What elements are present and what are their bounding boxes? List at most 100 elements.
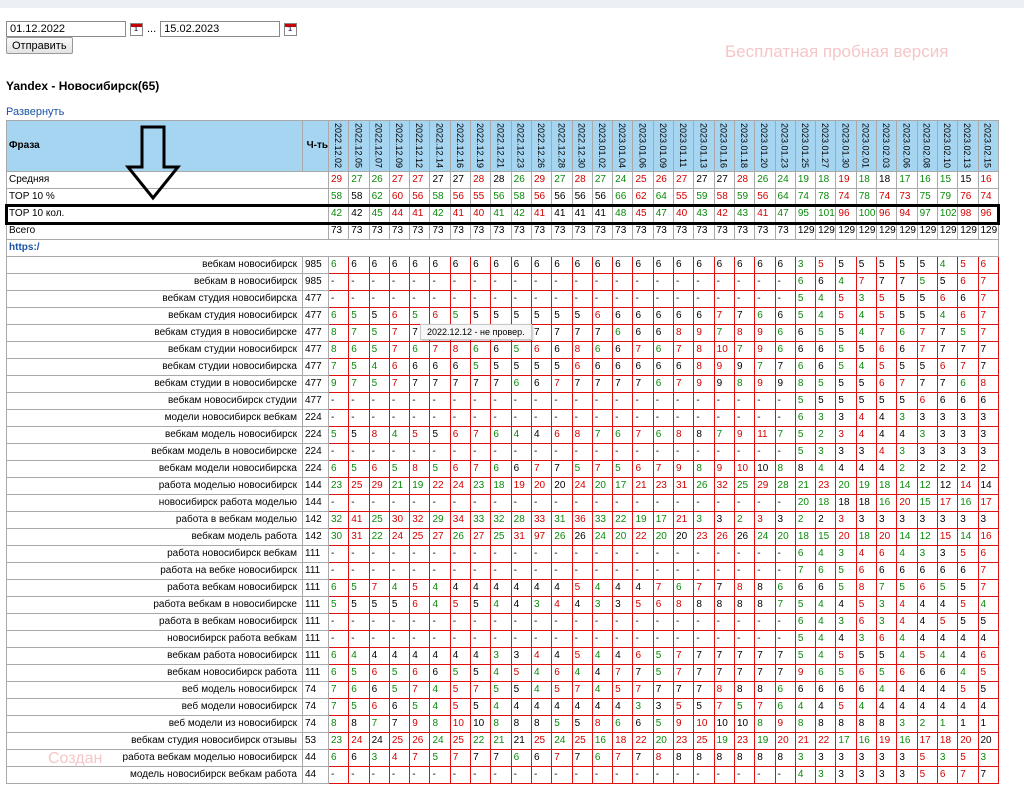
position-cell[interactable]: - [490, 766, 512, 784]
position-cell[interactable]: - [754, 273, 776, 291]
position-cell[interactable]: 7 [936, 375, 959, 393]
position-cell[interactable]: - [713, 613, 735, 631]
position-cell[interactable]: 6 [794, 358, 817, 376]
position-cell[interactable]: 6 [916, 392, 938, 410]
position-cell[interactable]: 10 [754, 460, 776, 478]
position-cell[interactable]: 5 [449, 596, 472, 614]
position-cell[interactable]: 3 [835, 443, 857, 461]
position-cell[interactable]: 3 [815, 443, 837, 461]
position-cell[interactable]: 7 [409, 375, 431, 393]
position-cell[interactable]: - [591, 290, 614, 308]
position-cell[interactable]: 4 [510, 596, 532, 614]
position-cell[interactable]: - [510, 766, 532, 784]
position-cell[interactable]: 8 [733, 749, 756, 767]
position-cell[interactable]: - [388, 273, 411, 291]
col-date-header[interactable]: 2023.02.08 [916, 120, 938, 172]
position-cell[interactable]: 4 [916, 681, 938, 699]
position-cell[interactable]: 5 [327, 426, 350, 444]
position-cell[interactable]: - [327, 766, 350, 784]
position-cell[interactable]: 5 [490, 307, 512, 325]
col-date-header[interactable]: 2023.02.03 [876, 120, 898, 172]
position-cell[interactable]: 6 [327, 579, 350, 597]
position-cell[interactable]: 4 [530, 681, 553, 699]
position-cell[interactable]: 6 [632, 647, 654, 665]
col-date-header[interactable]: 2023.02.06 [896, 120, 918, 172]
position-cell[interactable]: 3 [977, 426, 999, 444]
position-cell[interactable]: - [429, 290, 451, 308]
position-cell[interactable]: 20 [977, 732, 999, 750]
position-cell[interactable]: 7 [673, 664, 695, 682]
position-cell[interactable]: 7 [571, 324, 593, 342]
position-cell[interactable]: 22 [632, 732, 654, 750]
position-cell[interactable]: 6 [754, 256, 776, 274]
position-cell[interactable]: 19 [754, 732, 776, 750]
position-cell[interactable]: 4 [916, 596, 938, 614]
position-cell[interactable]: 4 [957, 647, 979, 665]
position-cell[interactable]: 6 [652, 307, 675, 325]
position-cell[interactable]: 18 [794, 528, 817, 546]
position-cell[interactable]: 8 [673, 324, 695, 342]
position-cell[interactable]: 31 [551, 511, 573, 529]
keyword-row[interactable]: вебкам новосибирск работа 111 6 5 6 5 6 6 5 5 4 5 4 6… [6, 664, 999, 682]
position-cell[interactable]: - [733, 443, 756, 461]
position-cell[interactable]: 7 [470, 681, 492, 699]
position-cell[interactable]: 5 [876, 392, 898, 410]
position-cell[interactable]: - [530, 630, 553, 648]
position-cell[interactable]: 4 [977, 596, 999, 614]
position-cell[interactable]: 4 [429, 647, 451, 665]
position-cell[interactable]: - [571, 630, 593, 648]
position-cell[interactable]: 6 [368, 681, 390, 699]
position-cell[interactable]: 6 [936, 562, 959, 580]
position-cell[interactable]: 6 [327, 307, 350, 325]
position-cell[interactable]: 5 [794, 596, 817, 614]
position-cell[interactable]: 5 [348, 358, 370, 376]
position-cell[interactable]: 25 [490, 528, 512, 546]
position-cell[interactable]: 14 [896, 477, 918, 495]
position-cell[interactable]: 4 [429, 579, 451, 597]
position-cell[interactable]: 9 [409, 715, 431, 733]
keyword-row[interactable]: модели новосибирск вебкам 224- - - - - - - - - - - -… [6, 409, 999, 427]
col-date-header[interactable]: 2023.01.13 [693, 120, 715, 172]
position-cell[interactable]: 5 [470, 596, 492, 614]
position-cell[interactable]: - [368, 409, 390, 427]
position-cell[interactable]: 6 [510, 460, 532, 478]
position-cell[interactable]: 5 [815, 256, 837, 274]
keyword-row[interactable]: вебкам студия новосибирск отзывы 53 23 24 24… [6, 732, 999, 750]
position-cell[interactable]: 4 [936, 307, 959, 325]
position-cell[interactable]: - [327, 392, 350, 410]
position-cell[interactable]: 12 [916, 528, 938, 546]
position-cell[interactable]: 7 [632, 749, 654, 767]
position-cell[interactable]: 18 [815, 494, 837, 512]
position-cell[interactable]: - [713, 443, 735, 461]
position-cell[interactable]: 3 [510, 647, 532, 665]
position-cell[interactable]: 24 [591, 528, 614, 546]
position-cell[interactable]: 5 [876, 256, 898, 274]
position-cell[interactable]: 4 [876, 443, 898, 461]
position-cell[interactable]: - [409, 613, 431, 631]
position-cell[interactable]: - [388, 443, 411, 461]
position-cell[interactable]: 1 [977, 715, 999, 733]
position-cell[interactable]: 3 [876, 596, 898, 614]
position-cell[interactable]: 6 [348, 681, 370, 699]
position-cell[interactable]: 6 [449, 358, 472, 376]
position-cell[interactable]: - [632, 443, 654, 461]
position-cell[interactable]: - [571, 409, 593, 427]
position-cell[interactable]: 3 [632, 698, 654, 716]
position-cell[interactable]: - [571, 562, 593, 580]
position-cell[interactable]: 4 [490, 596, 512, 614]
position-cell[interactable]: - [591, 392, 614, 410]
position-cell[interactable]: 4 [977, 698, 999, 716]
position-cell[interactable]: - [409, 562, 431, 580]
position-cell[interactable]: 4 [916, 613, 938, 631]
position-cell[interactable]: - [612, 290, 634, 308]
position-cell[interactable]: - [632, 766, 654, 784]
position-cell[interactable]: - [754, 290, 776, 308]
position-cell[interactable]: - [673, 409, 695, 427]
position-cell[interactable]: 4 [632, 579, 654, 597]
position-cell[interactable]: - [673, 766, 695, 784]
col-date-header[interactable]: 2023.02.10 [936, 120, 959, 172]
col-date-header[interactable]: 2022.12.19 [470, 120, 492, 172]
position-cell[interactable]: 6 [673, 256, 695, 274]
position-cell[interactable]: 5 [530, 307, 553, 325]
position-cell[interactable]: 6 [876, 375, 898, 393]
